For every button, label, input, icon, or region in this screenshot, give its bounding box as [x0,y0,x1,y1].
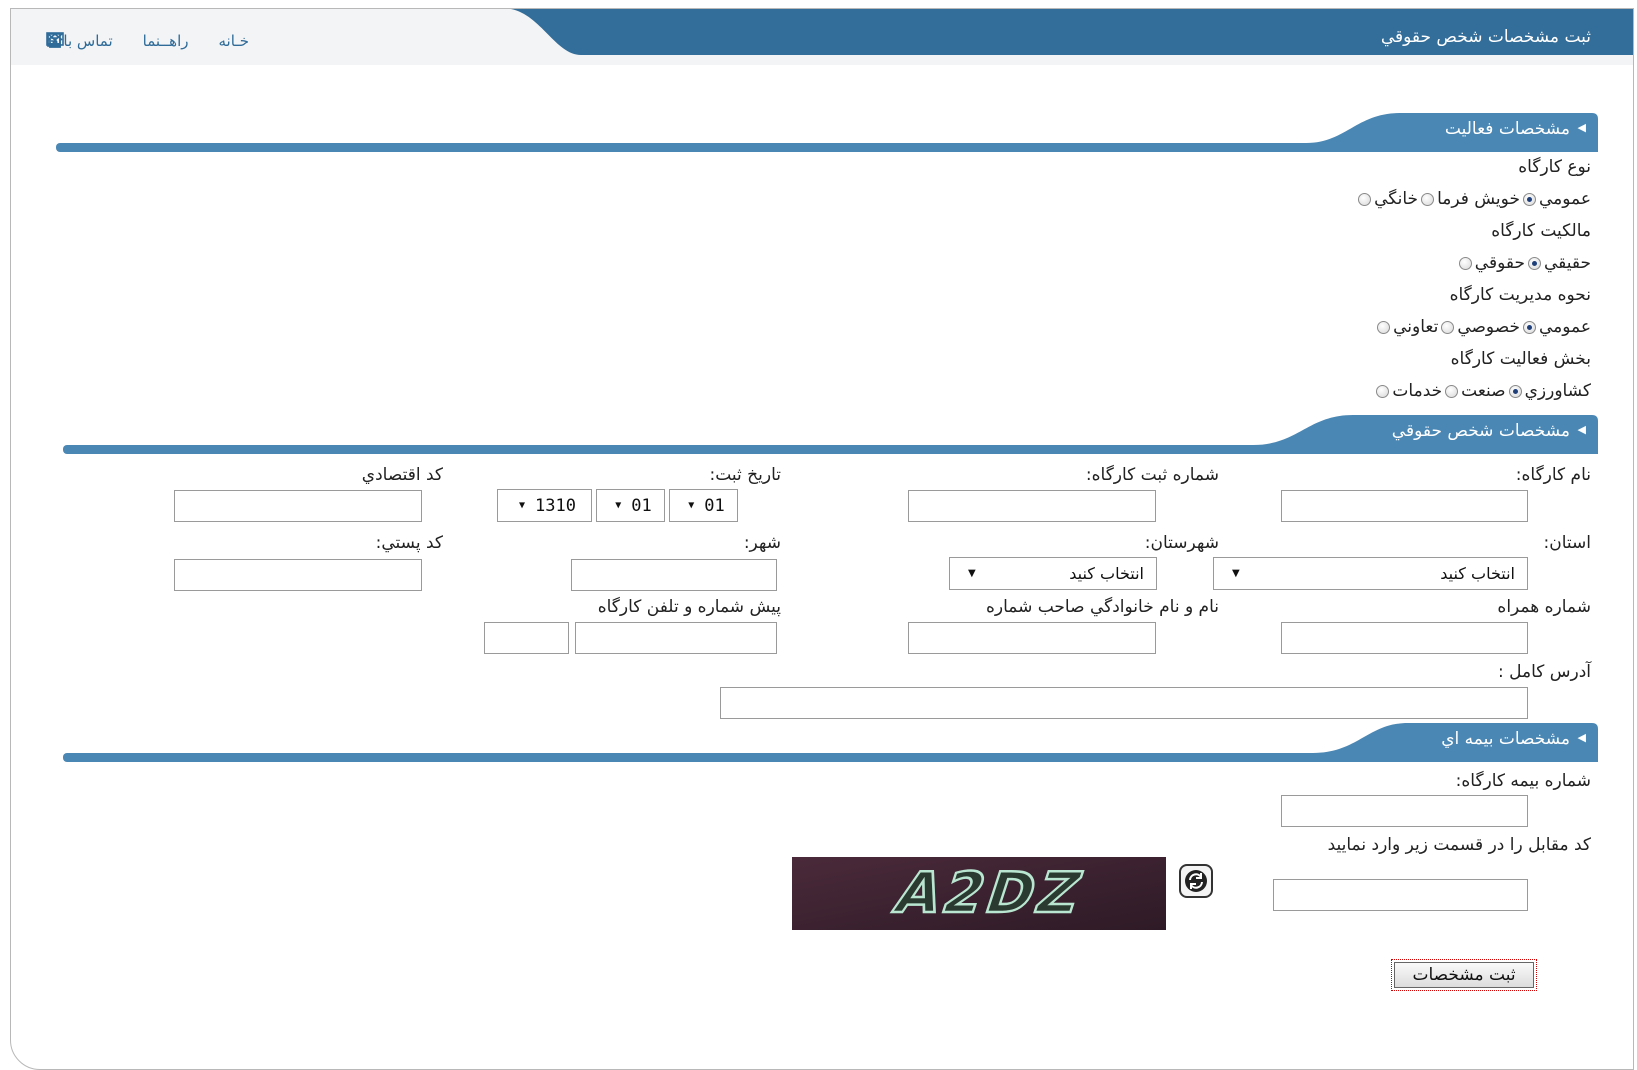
nav-home-label: خـانه [218,32,249,50]
owner-name-input[interactable] [908,622,1156,654]
radio-agriculture[interactable] [1508,384,1522,398]
reg-date-day-select[interactable]: ▼ 01 [669,489,738,522]
label-insurance-no: شماره بيمه كارگاه: [1455,771,1591,791]
label-registration-date: تاريخ ثبت: [709,465,781,485]
section-header-activity: مشخصات فعاليت ◀ [56,109,1598,153]
radio-household[interactable] [1358,192,1372,206]
top-nav: خـانه راهــنما تماس با ما [46,32,249,50]
reg-date-month-select[interactable]: ▼ 01 [596,489,665,522]
radio-label-services: خدمات [1392,381,1443,401]
label-address: آدرس كامل : [1497,662,1591,682]
reg-date-day-value: 01 [704,495,725,516]
label-captcha-instruction: كد مقابل را در قسمت زير وارد نماييد [1327,835,1591,855]
label-county: شهرستان: [1144,533,1219,553]
submit-button[interactable]: ثبت مشخصات [1391,959,1537,991]
header-bar: ثبت مشخصات شخص حقوقي خـانه راهــنما تماس… [11,9,1633,65]
reg-date-year-value: 1310 [535,495,576,516]
city-input[interactable] [571,559,777,591]
radio-private[interactable] [1441,320,1455,334]
radio-services[interactable] [1376,384,1390,398]
label-economic-code: كد اقتصادي [361,465,443,485]
dropdown-arrow-icon: ▼ [519,500,526,511]
economic-code-input[interactable] [174,490,422,522]
radio-label-self-employed: خويش فرما [1437,189,1520,209]
dropdown-arrow-icon: ▼ [615,500,622,511]
label-management: نحوه مديريت كارگاه [1449,285,1591,305]
section-header-bg [63,723,1598,762]
triangle-left-icon: ◀ [1577,731,1586,744]
dropdown-arrow-icon: ▼ [688,500,695,511]
radio-label-agriculture: كشاورزي [1524,381,1591,401]
province-selected-value: انتخاب كنيد [1440,564,1515,583]
postal-code-input[interactable] [174,559,422,591]
label-mobile: شماره همراه [1497,597,1591,617]
radio-natural[interactable] [1527,256,1541,270]
section-title-legal: مشخصات شخص حقوقي [1391,421,1570,441]
label-province: استان: [1543,533,1592,553]
refresh-icon [1185,870,1207,892]
label-city: شهر: [743,533,781,553]
radio-self-employed[interactable] [1421,192,1435,206]
county-select[interactable]: انتخاب كنيد ▼ [949,557,1157,590]
triangle-left-icon: ◀ [1577,121,1586,134]
page-title: ثبت مشخصات شخص حقوقي [1380,27,1591,47]
main-frame: ثبت مشخصات شخص حقوقي خـانه راهــنما تماس… [10,8,1634,1070]
dropdown-arrow-icon: ▼ [968,568,976,579]
radio-label-natural: حقيقي [1543,253,1591,273]
label-phone: پيش شماره و تلفن كارگاه [597,597,781,617]
nav-home[interactable]: خـانه [47,32,249,50]
triangle-left-icon: ◀ [1577,423,1586,436]
radio-label-cooperative: تعاوني [1393,317,1439,337]
phone-number-input[interactable] [575,622,777,654]
label-workshop-type: نوع كارگاه [1518,157,1591,177]
radio-public[interactable] [1522,320,1536,334]
label-registration-no: شماره ثبت كارگاه: [1085,465,1219,485]
radio-legal[interactable] [1458,256,1472,270]
radio-group-management: عمومي خصوصي تعاوني [1374,317,1591,337]
captcha-refresh-button[interactable] [1179,864,1213,898]
label-postal-code: كد پستي: [375,533,443,553]
mobile-input[interactable] [1281,622,1528,654]
reg-date-month-value: 01 [631,495,652,516]
captcha-image: A2DZ [792,857,1166,930]
nav-guide-label: راهــنما [142,32,189,50]
phone-prefix-input[interactable] [484,622,569,654]
section-title-activity: مشخصات فعاليت [1444,119,1570,139]
label-sector: بخش فعاليت كارگاه [1450,349,1591,369]
radio-label-household: خانگي [1374,189,1419,209]
dropdown-arrow-icon: ▼ [1232,568,1240,579]
radio-industry[interactable] [1445,384,1459,398]
address-input[interactable] [720,687,1528,719]
radio-group-ownership: حقيقي حقوقي [1456,253,1591,273]
nav-guide[interactable]: راهــنما [47,32,189,50]
insurance-no-input[interactable] [1281,795,1528,827]
section-header-insurance: مشخصات بيمه اي ◀ [63,719,1598,763]
radio-label-general: عمومي [1538,189,1591,209]
radio-label-private: خصوصي [1457,317,1520,337]
radio-general[interactable] [1522,192,1536,206]
radio-label-industry: صنعت [1461,381,1506,401]
province-select[interactable]: انتخاب كنيد ▼ [1213,557,1528,590]
section-header-bg [56,113,1598,152]
radio-group-sector: كشاورزي صنعت خدمات [1373,381,1591,401]
county-selected-value: انتخاب كنيد [1069,564,1144,583]
captcha-text: A2DZ [887,860,1094,925]
label-owner-name: نام و نام خانوادگي صاحب شماره [985,597,1219,617]
submit-button-label: ثبت مشخصات [1394,962,1534,988]
radio-label-public: عمومي [1538,317,1591,337]
radio-cooperative[interactable] [1377,320,1391,334]
section-header-legal: مشخصات شخص حقوقي ◀ [63,411,1598,455]
label-workshop-name: نام كارگاه: [1515,465,1591,485]
section-title-insurance: مشخصات بيمه اي [1441,729,1570,749]
reg-date-year-select[interactable]: ▼ 1310 [497,489,592,522]
envelope-icon [46,32,64,46]
section-header-bg [63,415,1598,454]
radio-group-workshop-type: عمومي خويش فرما خانگي [1355,189,1591,209]
radio-label-legal: حقوقي [1474,253,1525,273]
registration-no-input[interactable] [908,490,1156,522]
workshop-name-input[interactable] [1281,490,1528,522]
captcha-graphic: A2DZ [792,857,1166,930]
label-ownership: مالكيت كارگاه [1491,221,1591,241]
captcha-input[interactable] [1273,879,1528,911]
